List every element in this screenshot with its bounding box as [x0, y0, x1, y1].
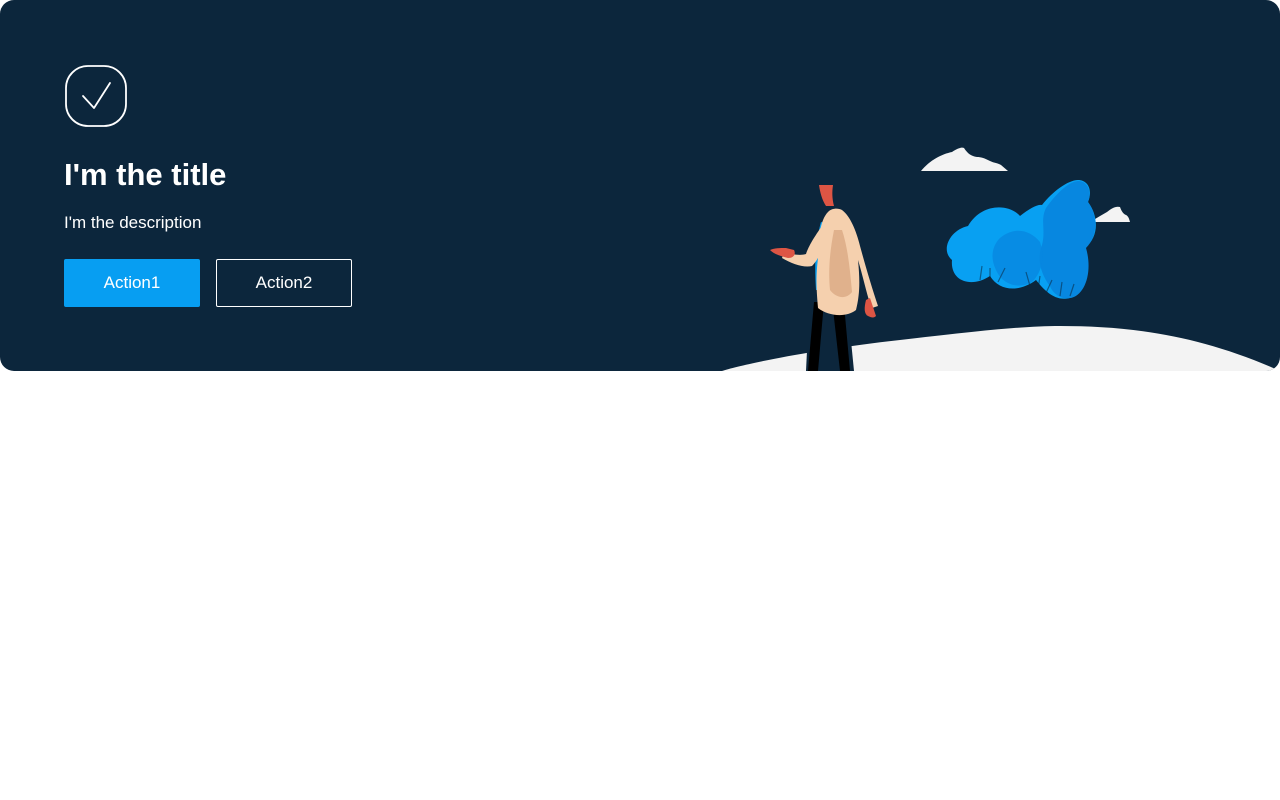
walking-person-illustration — [722, 147, 1280, 371]
cloud-shape — [1091, 206, 1130, 222]
person-illustration — [770, 185, 878, 371]
bush-illustration — [946, 180, 1096, 299]
action2-button[interactable]: Action2 — [216, 259, 352, 307]
check-icon — [65, 65, 127, 127]
action1-button[interactable]: Action1 — [64, 259, 200, 307]
notification-banner: I'm the title I'm the description Action… — [0, 0, 1280, 371]
cloud-shape — [921, 147, 1008, 171]
ground-hill — [722, 326, 1280, 371]
banner-description: I'm the description — [64, 213, 202, 232]
banner-title: I'm the title — [64, 157, 227, 192]
